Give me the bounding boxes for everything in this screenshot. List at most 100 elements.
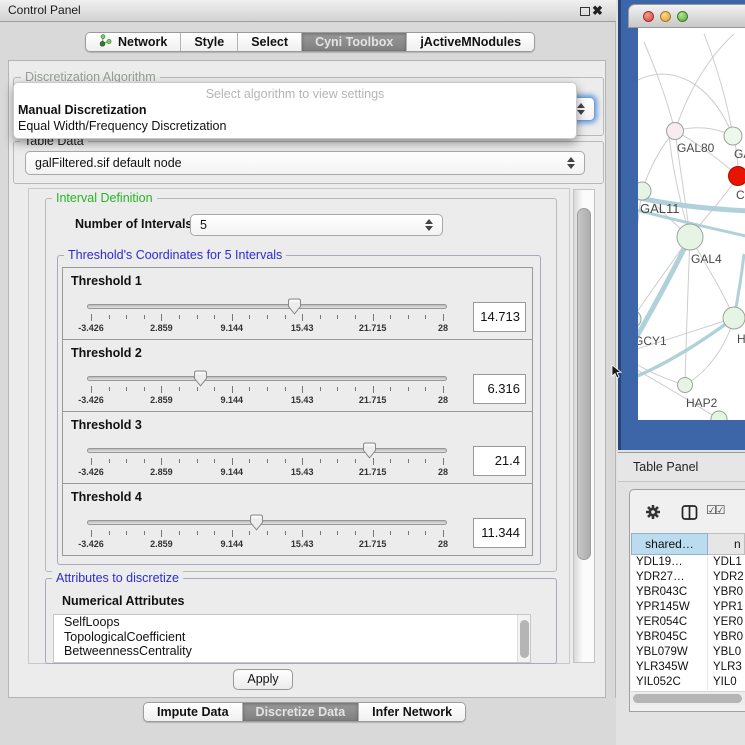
network-tab-icon (99, 34, 112, 50)
slider-ticks (87, 530, 447, 538)
table-rows[interactable]: YDL19…YDL1YDR27…YDR2YBR043CYBR0YPR145WYP… (631, 555, 745, 691)
network-canvas[interactable]: GAL80GACGAL11GAL4GCY1HHAP2 (638, 28, 745, 420)
threshold-1-panel: Threshold 1 -3.4262.8599.14415.4321.7152… (62, 267, 533, 340)
tab-cyni-toolbox[interactable]: Cyni Toolbox (302, 33, 407, 51)
table-panel-titlebar[interactable]: Table Panel (618, 452, 745, 482)
slider-thumb[interactable] (249, 514, 264, 531)
table-data-combobox[interactable]: galFiltered.sif default node (25, 151, 585, 175)
slider-rail[interactable] (87, 376, 447, 381)
threshold-1-slider[interactable]: -3.4262.8599.14415.4321.71528 (87, 298, 447, 336)
table-row[interactable]: YLR345WYLR3 (631, 660, 745, 675)
checkbox-columns-icon[interactable]: ☑☑ (706, 503, 724, 517)
tab-impute-data[interactable]: Impute Data (144, 703, 243, 721)
threshold-2-value-field[interactable]: 6.316 (473, 374, 526, 404)
control-panel-tabs: Network Style Select Cyni Toolbox jActiv… (85, 32, 535, 52)
tab-style[interactable]: Style (181, 33, 238, 51)
slider-rail[interactable] (87, 448, 447, 453)
threshold-4-label: Threshold 4 (71, 490, 142, 504)
table-row[interactable]: YBR045CYBR0 (631, 630, 745, 645)
slider-tick-labels: -3.4262.8599.14415.4321.71528 (87, 395, 447, 406)
network-node[interactable] (677, 224, 703, 250)
network-node-label: GCY1 (638, 334, 667, 348)
tab-jactivemnodules[interactable]: jActiveMNodules (407, 33, 534, 51)
slider-thumb[interactable] (193, 370, 208, 387)
network-node[interactable] (678, 378, 693, 393)
table-header-name[interactable]: n (708, 533, 745, 555)
thresholds-group-title: Threshold's Coordinates for 5 Intervals (64, 248, 286, 263)
slider-thumb[interactable] (287, 298, 302, 315)
network-node[interactable] (729, 167, 745, 186)
threshold-1-value-field[interactable]: 14.713 (473, 302, 526, 332)
vertical-scrollbar-thumb[interactable] (577, 208, 591, 560)
slider-rail[interactable] (87, 520, 447, 525)
network-node-label: GAL4 (691, 252, 722, 266)
traffic-light-minimize-icon[interactable] (660, 11, 671, 22)
slider-ticks (87, 386, 447, 394)
slider-tick-labels: -3.4262.8599.14415.4321.71528 (87, 539, 447, 550)
tab-network[interactable]: Network (86, 33, 181, 51)
table-row[interactable]: YPR145WYPR1 (631, 600, 745, 615)
network-node[interactable] (711, 411, 727, 420)
column-selector-icon[interactable] (681, 504, 698, 526)
threshold-3-value-field[interactable]: 21.4 (473, 446, 526, 476)
table-row[interactable]: YDL19…YDL1 (631, 555, 745, 570)
number-of-intervals-combobox[interactable]: 5 (190, 214, 443, 236)
table-header-row: shared… n (631, 533, 745, 555)
table-horizontal-scrollbar-thumb[interactable] (633, 694, 742, 703)
network-node-label: GA (734, 147, 745, 161)
dropdown-option-equal-width[interactable]: Equal Width/Frequency Discretization (18, 119, 226, 133)
control-panel: Control Panel ✖ Network Style Select Cyn… (0, 0, 616, 745)
tab-infer-network[interactable]: Infer Network (359, 703, 465, 721)
network-node[interactable] (638, 182, 651, 200)
network-node-label: GAL11 (640, 201, 680, 216)
network-node[interactable] (667, 123, 684, 140)
threshold-2-slider[interactable]: -3.4262.8599.14415.4321.71528 (87, 370, 447, 408)
table-horizontal-scrollbar[interactable] (631, 691, 745, 705)
cyni-mode-tabs: Impute Data Discretize Data Infer Networ… (143, 702, 466, 722)
network-node[interactable] (724, 127, 742, 145)
table-panel-title: Table Panel (633, 453, 698, 482)
apply-button[interactable]: Apply (233, 669, 293, 690)
panel-title: Control Panel (8, 0, 81, 21)
table-row[interactable]: YDR27…YDR2 (631, 570, 745, 585)
slider-rail[interactable] (87, 304, 447, 309)
attribute-list-item[interactable]: SelfLoops (54, 615, 530, 630)
attribute-list-item[interactable]: BetweennessCentrality (54, 644, 530, 659)
network-node-label: C (736, 188, 745, 202)
table-row[interactable]: YBL079WYBL0 (631, 645, 745, 660)
list-scrollbar[interactable] (517, 615, 530, 662)
network-node[interactable] (723, 307, 745, 329)
threshold-4-slider[interactable]: -3.4262.8599.14415.4321.71528 (87, 514, 447, 552)
float-window-icon[interactable] (580, 7, 590, 16)
numerical-attributes-list[interactable]: SelfLoopsTopologicalCoefficientBetweenne… (53, 614, 531, 663)
number-of-intervals-label: Number of Intervals (75, 217, 192, 231)
slider-tick-labels: -3.4262.8599.14415.4321.71528 (87, 467, 447, 478)
close-icon[interactable]: ✖ (592, 2, 603, 20)
traffic-light-zoom-icon[interactable] (677, 11, 688, 22)
tab-network-label: Network (118, 35, 167, 49)
dropdown-option-manual[interactable]: Manual Discretization (18, 103, 147, 117)
table-row[interactable]: YER054CYER0 (631, 615, 745, 630)
control-panel-titlebar[interactable]: Control Panel ✖ (0, 0, 616, 22)
traffic-light-close-icon[interactable] (643, 11, 654, 22)
tab-select[interactable]: Select (238, 33, 302, 51)
algorithm-dropdown-popup: Select algorithm to view settings Manual… (13, 82, 577, 139)
network-highlighted-edges (638, 195, 745, 382)
tab-discretize-data[interactable]: Discretize Data (243, 703, 360, 721)
list-scrollbar-thumb[interactable] (520, 620, 529, 658)
combo-spinner-icon (425, 219, 433, 231)
attribute-list-item[interactable]: TopologicalCoefficient (54, 630, 530, 645)
network-window-titlebar[interactable] (628, 4, 745, 28)
table-header-shared-name[interactable]: shared… (631, 533, 708, 555)
table-row[interactable]: YIL052CYIL0 (631, 675, 745, 690)
table-row[interactable]: YBR043CYBR0 (631, 585, 745, 600)
number-of-intervals-value: 5 (200, 218, 207, 232)
interval-definition-title: Interval Definition (52, 191, 157, 206)
slider-thumb[interactable] (362, 442, 377, 459)
threshold-4-value-field[interactable]: 11.344 (473, 518, 526, 548)
network-node-label: GAL80 (677, 141, 715, 155)
combo-spinner-icon (567, 157, 575, 169)
gear-icon[interactable] (645, 504, 661, 525)
threshold-3-slider[interactable]: -3.4262.8599.14415.4321.71528 (87, 442, 447, 480)
slider-tick-labels: -3.4262.8599.14415.4321.71528 (87, 323, 447, 334)
